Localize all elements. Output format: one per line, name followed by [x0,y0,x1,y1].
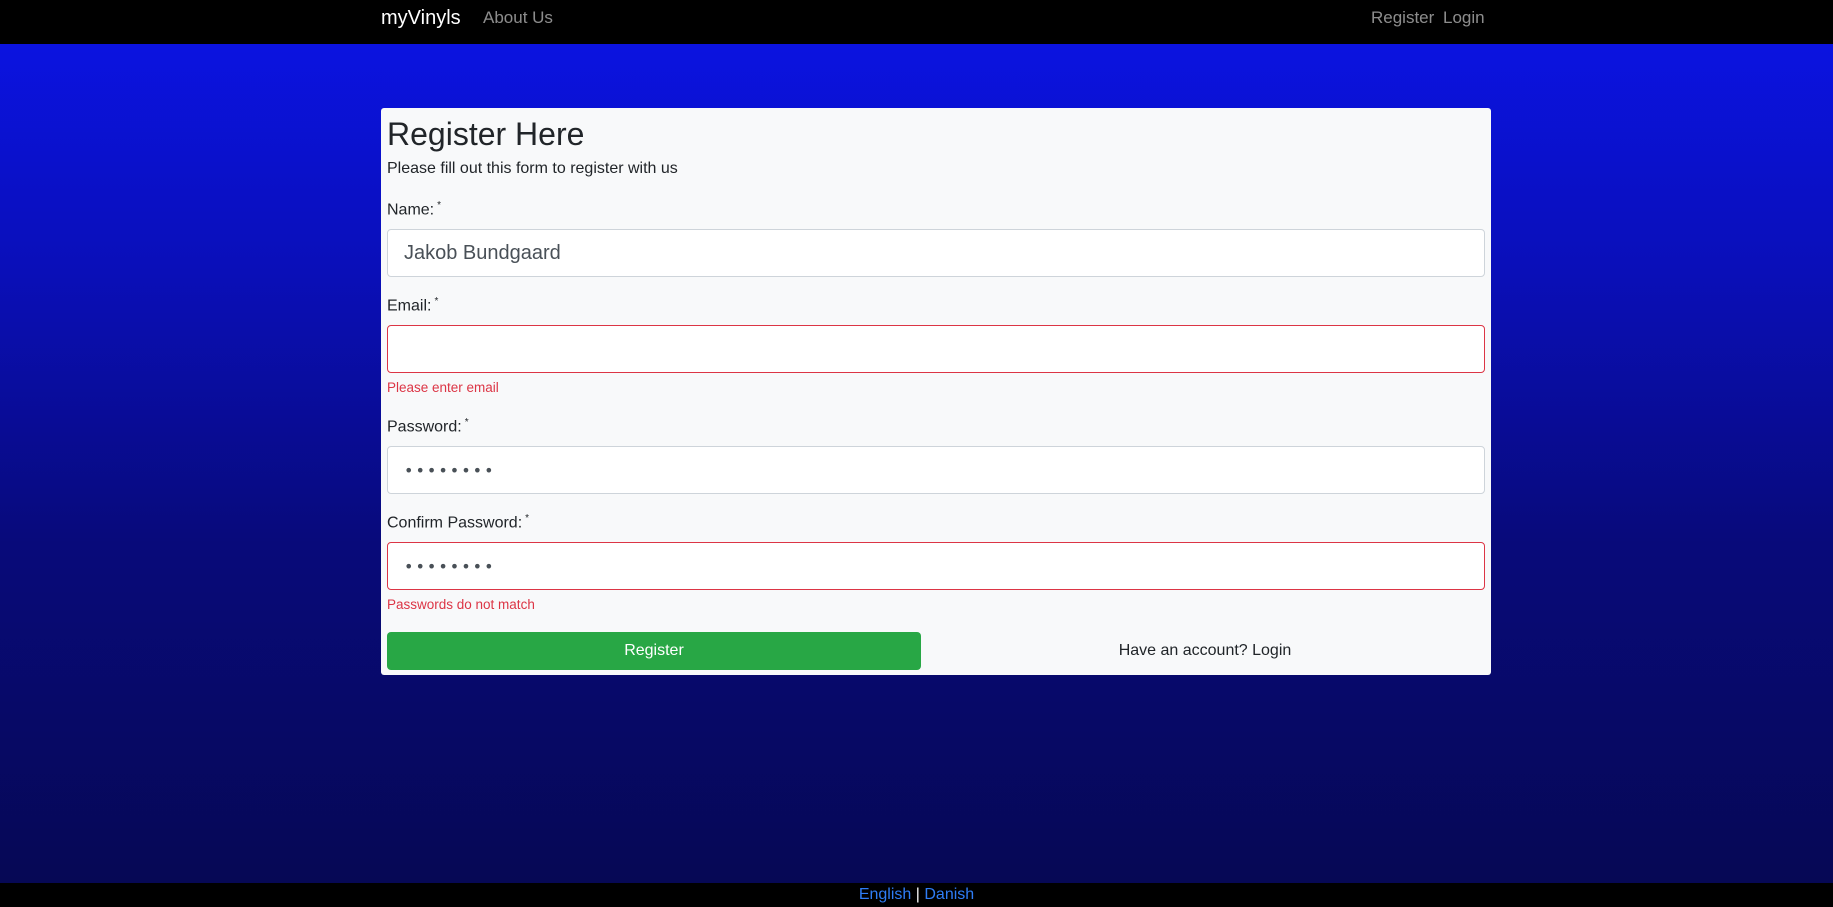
confirm-password-field[interactable]: •••••••• [387,542,1485,590]
name-field[interactable]: Jakob Bundgaard [387,229,1485,277]
register-button[interactable]: Register [387,632,921,670]
language-danish-link[interactable]: Danish [924,886,974,903]
have-account-login-link[interactable]: Have an account? Login [925,632,1485,670]
name-field-value: Jakob Bundgaard [404,241,561,264]
email-error-message: Please enter email [387,380,499,395]
password-field[interactable]: •••••••• [387,446,1485,494]
nav-login-link[interactable]: Login [1443,8,1485,28]
password-label-text: Password: [387,418,462,436]
page-title: Register Here [387,116,585,152]
brand-logo-link[interactable]: myVinyls [381,7,461,30]
confirm-password-field-value: •••••••• [404,556,496,576]
email-label: Email: * [387,296,438,315]
nav-register-link[interactable]: Register [1371,8,1434,28]
required-marker: * [464,417,469,428]
name-label: Name: * [387,200,441,219]
register-form-card: Register Here Please fill out this form … [381,108,1491,675]
email-field[interactable] [387,325,1485,373]
email-label-text: Email: [387,297,432,315]
language-separator: | [915,886,920,903]
nav-about-us-link[interactable]: About Us [483,8,553,28]
language-english-link[interactable]: English [859,886,911,903]
required-marker: * [525,513,530,524]
password-label: Password: * [387,417,469,436]
top-navbar: myVinyls About Us Register Login [0,0,1833,44]
required-marker: * [434,296,439,307]
confirm-password-error-message: Passwords do not match [387,597,535,612]
required-marker: * [437,200,442,211]
form-subtitle: Please fill out this form to register wi… [387,160,678,177]
password-field-value: •••••••• [404,460,496,480]
confirm-password-label: Confirm Password: * [387,513,529,532]
confirm-password-label-text: Confirm Password: [387,514,523,532]
language-footer: English | Danish [0,883,1833,907]
name-label-text: Name: [387,201,435,219]
